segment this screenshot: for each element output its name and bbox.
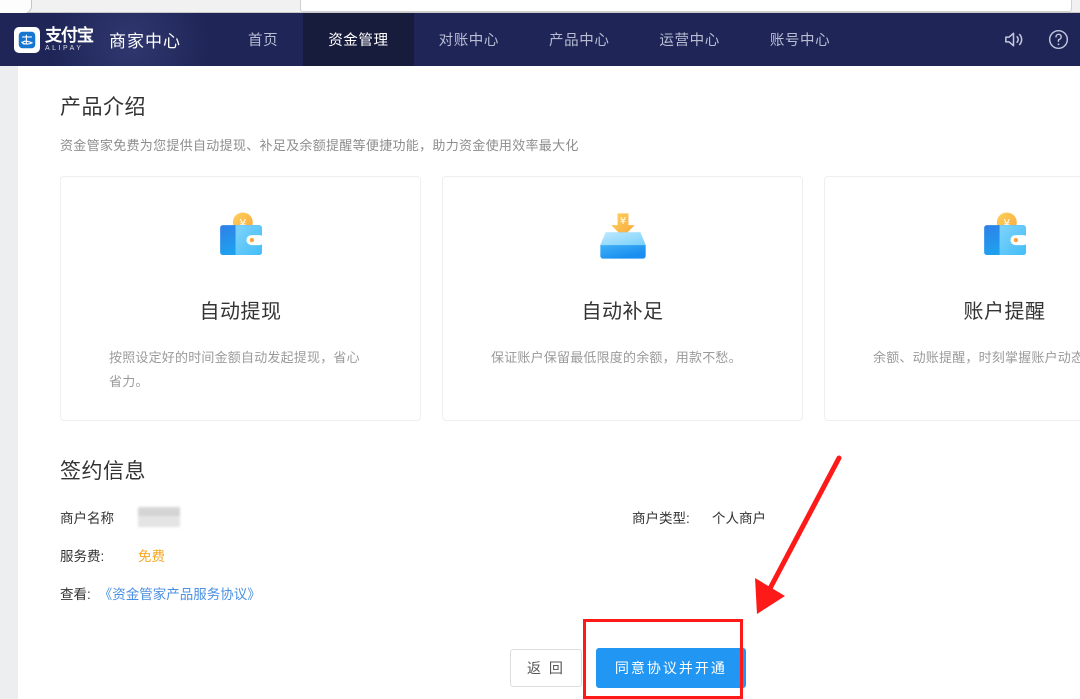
svg-text:¥: ¥: [619, 216, 625, 227]
agreement-row: 查看: 《资金管家产品服务协议》: [60, 583, 880, 603]
footer-actions: 返 回 同意协议并开通: [510, 648, 746, 688]
sign-info-title: 签约信息: [60, 460, 146, 483]
feature-card-desc: 余额、动账提醒，时刻掌握账户动态。: [873, 350, 1080, 365]
feature-card-title: 自动提现: [199, 301, 282, 323]
wallet-yuan-icon: ¥: [61, 205, 420, 267]
feature-card-account-alert[interactable]: ¥ 账户提醒 余额、动账提醒，时刻掌握账户动态。: [824, 176, 1080, 421]
brand-name-latin: ALIPAY: [45, 45, 84, 52]
browser-chrome: [0, 0, 1080, 14]
agree-and-activate-button[interactable]: 同意协议并开通: [595, 648, 746, 688]
product-intro-subtitle: 资金管家免费为您提供自动提现、补足及余额提醒等便捷功能，助力资金使用效率最大化: [60, 138, 579, 153]
merchant-name-value-redacted: [138, 507, 180, 527]
feature-card-desc: 保证账户保留最低限度的余额，用款不愁。: [491, 350, 742, 365]
feature-card-desc: 按照设定好的时间金额自动发起提现，省心省力。: [109, 350, 360, 389]
feature-cards: ¥ 自动提现 按照设定好的时间金额自动发起提现，省心省力。 ¥ 自动补足 保证账…: [60, 176, 1080, 421]
view-label: 查看:: [60, 587, 91, 602]
brand-name: 支付宝: [45, 26, 94, 45]
merchant-type-label: 商户类型:: [632, 511, 690, 526]
brand[interactable]: 支付宝 ALIPAY 商家中心: [14, 13, 181, 66]
browser-url-bar[interactable]: [300, 0, 1072, 12]
back-button[interactable]: 返 回: [510, 649, 582, 687]
top-navigation-bar: 支付宝 ALIPAY 商家中心 首页 资金管理 对账中心 产品中心 运营中心 账…: [0, 13, 1080, 66]
inbox-arrow-down-yuan-icon: ¥: [443, 205, 802, 267]
service-fee-value: 免费: [138, 549, 165, 564]
merchant-type-row: 商户类型: 个人商户: [632, 507, 766, 527]
nav-item-operations[interactable]: 运营中心: [634, 13, 744, 66]
brand-wordmark: 支付宝 ALIPAY: [45, 26, 94, 52]
sign-info-grid: 商户名称 服务费: 免费 查看: 《资金管家产品服务协议》 商户类型: 个人商户: [60, 507, 880, 603]
page-background: 产品介绍 资金管家免费为您提供自动提现、补足及余额提醒等便捷功能，助力资金使用效…: [0, 66, 1080, 699]
merchant-name-label: 商户名称: [60, 511, 114, 526]
nav-right-icons: [1002, 28, 1070, 51]
speaker-icon[interactable]: [1002, 28, 1025, 51]
service-fee-label: 服务费:: [60, 549, 105, 564]
nav-item-fund-management[interactable]: 资金管理: [303, 13, 414, 66]
feature-card-auto-topup[interactable]: ¥ 自动补足 保证账户保留最低限度的余额，用款不愁。: [442, 176, 803, 421]
left-gutter: [0, 66, 18, 699]
feature-card-auto-withdraw[interactable]: ¥ 自动提现 按照设定好的时间金额自动发起提现，省心省力。: [60, 176, 421, 421]
merchant-type-value: 个人商户: [712, 511, 766, 526]
help-circle-icon[interactable]: [1047, 28, 1070, 51]
nav-items: 首页 资金管理 对账中心 产品中心 运营中心 账号中心: [223, 13, 855, 66]
product-intro-title: 产品介绍: [60, 96, 146, 119]
feature-card-title: 自动补足: [581, 301, 664, 323]
main-content: 产品介绍 资金管家免费为您提供自动提现、补足及余额提醒等便捷功能，助力资金使用效…: [18, 66, 1080, 699]
nav-item-home[interactable]: 首页: [223, 13, 303, 66]
feature-card-title: 账户提醒: [963, 301, 1046, 323]
nav-item-account-center[interactable]: 账号中心: [745, 13, 855, 66]
wallet-yuan-icon: ¥: [825, 205, 1080, 267]
brand-title: 商家中心: [109, 32, 181, 51]
agreement-link[interactable]: 《资金管家产品服务协议》: [99, 583, 261, 603]
nav-item-product-center[interactable]: 产品中心: [524, 13, 634, 66]
nav-item-reconciliation[interactable]: 对账中心: [414, 13, 524, 66]
alipay-logo-icon: [14, 26, 40, 53]
service-fee-row: 服务费: 免费: [60, 545, 880, 565]
browser-tab[interactable]: [0, 0, 32, 14]
